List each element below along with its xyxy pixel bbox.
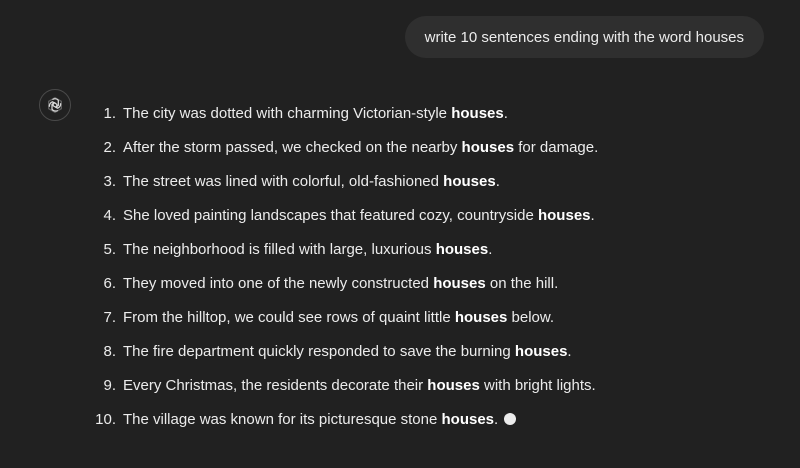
list-item-text: She loved painting landscapes that featu…	[123, 205, 595, 227]
list-item-text: The city was dotted with charming Victor…	[123, 103, 508, 125]
list-item-number: 3.	[103, 173, 116, 190]
sentence-text: The neighborhood is filled with large, l…	[123, 241, 436, 258]
sentence-ending: .	[503, 105, 508, 122]
list-item-number: 6.	[103, 275, 116, 292]
list-item-number: 4.	[103, 207, 116, 224]
user-message-text: write 10 sentences ending with the word …	[424, 28, 744, 46]
bold-keyword: houses	[451, 105, 504, 122]
assistant-answer-list: 1. The city was dotted with charming Vict…	[90, 103, 770, 443]
list-item-text: From the hilltop, we could see rows of q…	[123, 307, 554, 329]
list-item: 4. She loved painting landscapes that fea…	[90, 205, 770, 239]
list-item: 1. The city was dotted with charming Vict…	[90, 103, 770, 137]
sentence-ending: with bright lights.	[479, 377, 596, 394]
sentence-text: After the storm passed, we checked on th…	[123, 139, 462, 156]
sentence-text: The street was lined with colorful, old-…	[123, 173, 444, 190]
chat-page: write 10 sentences ending with the word …	[0, 0, 800, 468]
list-item: 2. After the storm passed, we checked on …	[90, 137, 770, 171]
user-message-bubble: write 10 sentences ending with the word …	[404, 16, 764, 58]
list-item-text: Every Christmas, the residents decorate …	[123, 375, 596, 397]
list-item: 3. The street was lined with colorful, ol…	[90, 171, 770, 205]
list-item: 5. The neighborhood is filled with large,…	[90, 239, 770, 273]
sentence-ending: .	[495, 173, 500, 190]
list-item-number: 8.	[103, 343, 116, 360]
sentence-text: They moved into one of the newly constru…	[123, 275, 434, 292]
sentence-ending: on the hill.	[485, 275, 559, 292]
sentence-ending: .	[494, 411, 499, 428]
bold-keyword: houses	[514, 343, 568, 360]
sentence-text: The village was known for its picturesqu…	[123, 411, 442, 428]
sentence-text: She loved painting landscapes that featu…	[123, 207, 538, 224]
sentence-text: The fire department quickly responded to…	[123, 343, 515, 360]
list-item-text: The fire department quickly responded to…	[123, 341, 572, 363]
sentence-text: Every Christmas, the residents decorate …	[123, 377, 428, 394]
list-item: 6. They moved into one of the newly const…	[90, 273, 770, 307]
list-item-number: 2.	[103, 139, 116, 156]
sentence-ending: .	[590, 207, 595, 224]
list-item-number: 10.	[95, 411, 116, 428]
sentence-text: The city was dotted with charming Victor…	[123, 105, 452, 122]
bold-keyword: houses	[454, 309, 508, 326]
bold-keyword: houses	[435, 241, 489, 258]
assistant-avatar	[39, 89, 71, 121]
list-item: 10. The village was known for its picture…	[90, 409, 770, 443]
bold-keyword: houses	[441, 411, 495, 428]
list-item: 8. The fire department quickly responded …	[90, 341, 770, 375]
sentence-text: From the hilltop, we could see rows of q…	[123, 309, 455, 326]
openai-logo-icon	[45, 95, 65, 115]
list-item-text: The neighborhood is filled with large, l…	[123, 239, 492, 261]
sentence-ending: for damage.	[514, 139, 599, 156]
list-item-text: They moved into one of the newly constru…	[123, 273, 558, 295]
list-item-number: 5.	[103, 241, 116, 258]
bold-keyword: houses	[461, 139, 515, 156]
list-item-number: 7.	[103, 309, 116, 326]
list-item: 7. From the hilltop, we could see rows of…	[90, 307, 770, 341]
bold-keyword: houses	[427, 377, 480, 394]
list-item-text: After the storm passed, we checked on th…	[123, 137, 598, 159]
bold-keyword: houses	[537, 207, 591, 224]
sentence-ending: .	[567, 343, 572, 360]
streaming-cursor-icon	[504, 413, 517, 425]
sentence-ending: below.	[507, 309, 555, 326]
bold-keyword: houses	[443, 173, 496, 190]
bold-keyword: houses	[433, 275, 486, 292]
list-item-number: 1.	[103, 105, 116, 122]
list-item: 9. Every Christmas, the residents decorat…	[90, 375, 770, 409]
list-item-number: 9.	[103, 377, 116, 394]
sentence-ending: .	[488, 241, 493, 258]
list-item-text: The street was lined with colorful, old-…	[123, 171, 500, 193]
list-item-text: The village was known for its picturesqu…	[123, 409, 517, 431]
